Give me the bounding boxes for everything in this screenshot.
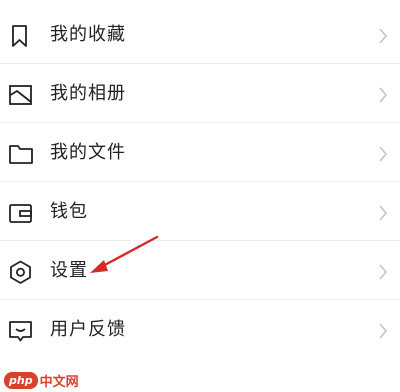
menu-item-favorites[interactable]: 我的收藏 <box>0 6 400 64</box>
menu-item-label: 设置 <box>50 260 88 281</box>
chevron-right-icon <box>378 264 388 280</box>
menu-item-label: 我的文件 <box>50 142 126 163</box>
chevron-right-icon <box>378 87 388 103</box>
menu-item-feedback[interactable]: 用户反馈 <box>0 301 400 359</box>
chevron-right-icon <box>378 323 388 339</box>
chevron-right-icon <box>378 146 388 162</box>
menu-item-label: 我的收藏 <box>50 24 126 45</box>
feedback-icon <box>7 318 35 344</box>
divider <box>0 181 400 182</box>
chevron-right-icon <box>378 205 388 221</box>
menu-item-settings[interactable]: 设置 <box>0 242 400 300</box>
divider <box>0 122 400 123</box>
chevron-right-icon <box>378 28 388 44</box>
settings-menu-page: 我的收藏 我的相册 我的文件 钱包 设置 用户反馈 php 中文网 <box>0 0 400 392</box>
site-watermark: php 中文网 <box>4 370 79 390</box>
menu-item-label: 我的相册 <box>50 83 126 104</box>
wallet-icon <box>7 200 35 226</box>
image-icon <box>7 82 35 108</box>
menu-item-files[interactable]: 我的文件 <box>0 124 400 182</box>
watermark-logo: php <box>4 371 38 389</box>
divider <box>0 63 400 64</box>
menu-item-label: 用户反馈 <box>50 319 126 340</box>
divider <box>0 299 400 300</box>
watermark-site-name: 中文网 <box>39 374 79 390</box>
divider <box>0 240 400 241</box>
settings-icon <box>7 259 35 285</box>
menu-item-wallet[interactable]: 钱包 <box>0 183 400 241</box>
menu-item-album[interactable]: 我的相册 <box>0 65 400 123</box>
bookmark-icon <box>7 23 35 49</box>
menu-item-label: 钱包 <box>50 201 88 222</box>
folder-icon <box>7 141 35 167</box>
